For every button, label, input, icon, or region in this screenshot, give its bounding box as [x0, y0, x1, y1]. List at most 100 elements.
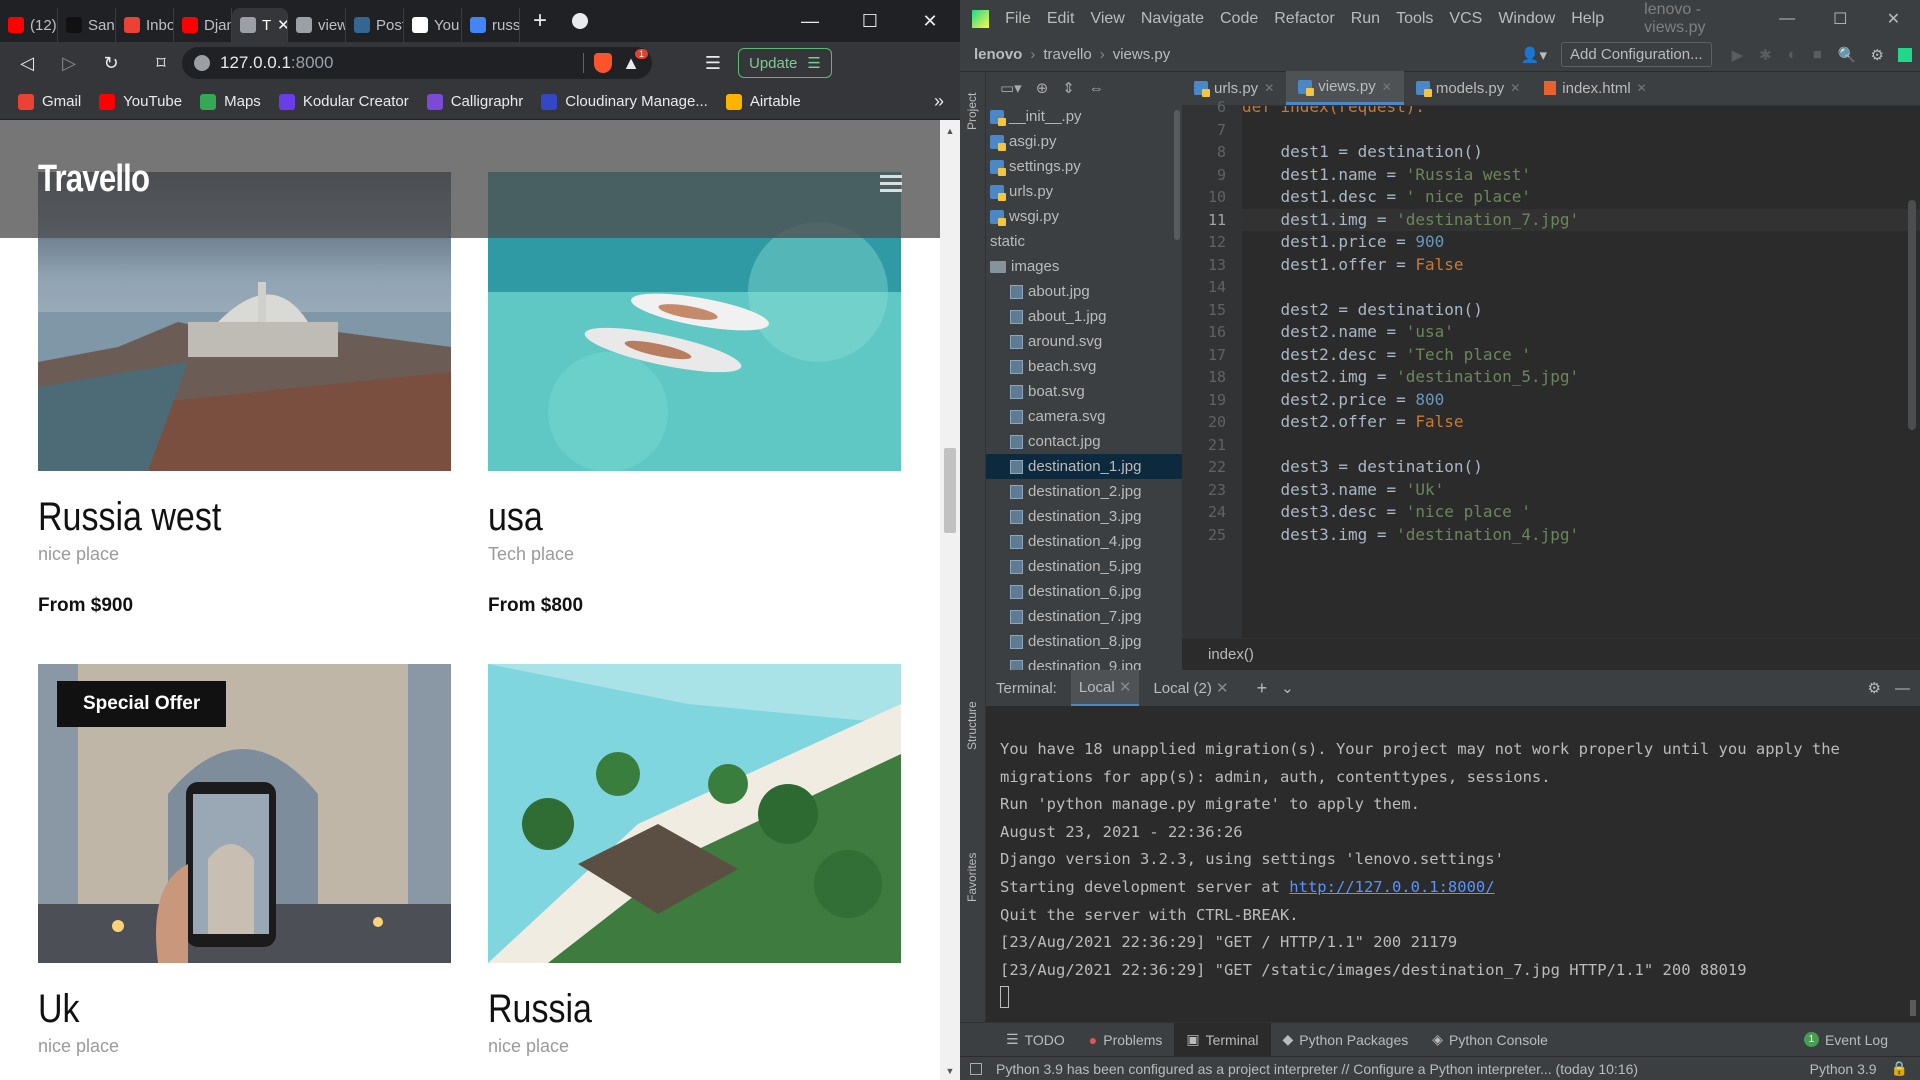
code-line[interactable]: dest1.desc = ' nice place': [1242, 186, 1920, 208]
new-terminal-icon[interactable]: +: [1257, 678, 1268, 699]
forward-icon[interactable]: ▷: [48, 53, 90, 74]
destination-card[interactable]: Russia nice place: [488, 664, 901, 1057]
code-line[interactable]: dest3 = destination(): [1242, 456, 1920, 478]
code-line[interactable]: dest2.desc = 'Tech place ': [1242, 344, 1920, 366]
browser-tab[interactable]: view: [288, 8, 346, 42]
project-tree-item[interactable]: contact.jpg: [986, 429, 1182, 454]
hide-panel-icon[interactable]: —: [1895, 680, 1910, 697]
browser-tab[interactable]: T✕: [232, 8, 288, 42]
tool-tab-todo[interactable]: ☰ TODO: [994, 1023, 1077, 1057]
menu-item[interactable]: Edit: [1047, 10, 1075, 28]
coverage-icon[interactable]: ◐: [1788, 46, 1797, 63]
code-structure-breadcrumb[interactable]: index(): [1182, 638, 1920, 670]
terminal-scrollbar[interactable]: [1910, 1000, 1916, 1016]
info-icon[interactable]: [194, 55, 210, 71]
project-tree-item[interactable]: asgi.py: [986, 129, 1182, 154]
site-brand[interactable]: Travello: [38, 158, 150, 201]
bookmark-item[interactable]: Kodular Creator: [278, 93, 409, 110]
terminal-tab-local-2[interactable]: Local (2) ✕: [1153, 679, 1228, 697]
close-tab-icon[interactable]: ✕: [1216, 680, 1229, 697]
breadcrumb-item[interactable]: lenovo: [974, 46, 1022, 63]
view-mode-icon[interactable]: ▭▾: [1000, 79, 1022, 97]
bookmark-item[interactable]: Maps: [200, 93, 261, 110]
code-line[interactable]: dest2 = destination(): [1242, 299, 1920, 321]
destination-card[interactable]: Special Offer Uk nice place: [38, 664, 451, 1057]
code-line[interactable]: dest1 = destination(): [1242, 141, 1920, 163]
editor-tab[interactable]: views.py ✕: [1286, 71, 1404, 105]
project-tree-item[interactable]: destination_6.jpg: [986, 579, 1182, 604]
project-tree-item[interactable]: camera.svg: [986, 404, 1182, 429]
debug-icon[interactable]: ✱: [1759, 46, 1772, 64]
project-scrollbar[interactable]: [1174, 110, 1180, 240]
code-line[interactable]: dest2.name = 'usa': [1242, 321, 1920, 343]
close-tab-icon[interactable]: ✕: [1264, 81, 1274, 95]
destination-card[interactable]: usa Tech place From $800: [488, 172, 901, 617]
browser-tab[interactable]: Inbo: [116, 8, 174, 42]
menu-item[interactable]: View: [1090, 10, 1124, 28]
code-line[interactable]: dest3.img = 'destination_4.jpg': [1242, 524, 1920, 546]
close-tab-icon[interactable]: ✕: [1382, 80, 1392, 94]
favorites-tool-tab[interactable]: Favorites: [965, 853, 979, 902]
interpreter-selector[interactable]: Python 3.9: [1810, 1061, 1877, 1077]
close-tab-icon[interactable]: ✕: [277, 16, 287, 34]
reload-icon[interactable]: ↻: [90, 53, 132, 74]
brave-rewards-icon[interactable]: ▲ 1: [622, 48, 648, 74]
close-tab-icon[interactable]: ✕: [1510, 81, 1520, 95]
bookmark-item[interactable]: Cloudinary Manage...: [541, 93, 708, 110]
page-scrollbar[interactable]: ▲ ▼: [940, 120, 960, 1080]
lock-icon[interactable]: 🔒: [1891, 1060, 1908, 1077]
search-icon[interactable]: 🔍: [1838, 46, 1857, 64]
menu-item[interactable]: Tools: [1396, 10, 1433, 28]
expand-all-icon[interactable]: ⇕: [1062, 79, 1075, 97]
terminal-output[interactable]: You have 18 unapplied migration(s). Your…: [986, 706, 1920, 1022]
project-tree-item[interactable]: settings.py: [986, 154, 1182, 179]
jetbrains-toolbox-icon[interactable]: [1898, 47, 1912, 62]
scroll-down-icon[interactable]: ▼: [940, 1066, 960, 1076]
code-line[interactable]: dest1.img = 'destination_7.jpg': [1242, 208, 1920, 231]
tool-tab-python-console[interactable]: ◈ Python Console: [1420, 1023, 1560, 1057]
code-line[interactable]: dest1.price = 900: [1242, 231, 1920, 253]
ide-close-icon[interactable]: ✕: [1867, 9, 1920, 29]
close-window-icon[interactable]: ✕: [900, 11, 960, 32]
run-icon[interactable]: ▶: [1732, 46, 1744, 64]
project-tree-item[interactable]: urls.py: [986, 179, 1182, 204]
bookmark-item[interactable]: Calligraphr: [426, 93, 523, 110]
editor-scrollbar[interactable]: [1908, 200, 1916, 430]
editor-tab[interactable]: urls.py ✕: [1182, 71, 1286, 105]
menu-item[interactable]: Help: [1571, 10, 1604, 28]
tool-tab-terminal[interactable]: ▣ Terminal: [1174, 1022, 1271, 1057]
code-line[interactable]: dest2.img = 'destination_5.jpg': [1242, 366, 1920, 388]
bookmark-icon[interactable]: ⌑: [140, 53, 182, 74]
close-tab-icon[interactable]: ✕: [1637, 81, 1647, 95]
project-tree-item[interactable]: static: [986, 229, 1182, 254]
menu-item[interactable]: Code: [1220, 10, 1258, 28]
card-title[interactable]: Uk: [38, 987, 389, 1032]
hamburger-menu-icon[interactable]: [880, 175, 902, 192]
card-title[interactable]: Russia west: [38, 495, 389, 540]
ide-minimize-icon[interactable]: —: [1761, 10, 1814, 28]
address-bar[interactable]: 127.0.0.1:8000 ▲ 1: [182, 47, 652, 79]
brave-shield-icon[interactable]: [594, 53, 613, 73]
scrollbar-thumb[interactable]: [944, 448, 956, 533]
project-tree-item[interactable]: beach.svg: [986, 354, 1182, 379]
add-configuration-button[interactable]: Add Configuration...: [1561, 42, 1712, 67]
code-line[interactable]: def index(request):: [1242, 106, 1920, 118]
code-line[interactable]: dest1.offer = False: [1242, 254, 1920, 276]
editor-tab[interactable]: models.py ✕: [1404, 71, 1532, 105]
project-tree-item[interactable]: destination_3.jpg: [986, 504, 1182, 529]
user-icon[interactable]: 👤▾: [1521, 46, 1547, 64]
browser-tab[interactable]: russi: [462, 8, 520, 42]
terminal-settings-icon[interactable]: ⚙: [1868, 679, 1881, 697]
scroll-up-icon[interactable]: ▲: [940, 126, 960, 136]
status-toggle-icon[interactable]: [970, 1062, 982, 1075]
code-line[interactable]: dest3.desc = 'nice place ': [1242, 501, 1920, 523]
project-tree-item[interactable]: __init__.py: [986, 104, 1182, 129]
tab-search-icon[interactable]: [560, 13, 600, 29]
new-tab-icon[interactable]: +: [520, 7, 560, 35]
terminal-dropdown-icon[interactable]: ⌄: [1281, 679, 1294, 697]
project-tree-item[interactable]: destination_4.jpg: [986, 529, 1182, 554]
menu-item[interactable]: Run: [1351, 10, 1380, 28]
minimize-icon[interactable]: —: [780, 11, 840, 32]
maximize-icon[interactable]: ☐: [840, 11, 900, 32]
tool-tab-problems[interactable]: ● Problems: [1077, 1023, 1175, 1057]
